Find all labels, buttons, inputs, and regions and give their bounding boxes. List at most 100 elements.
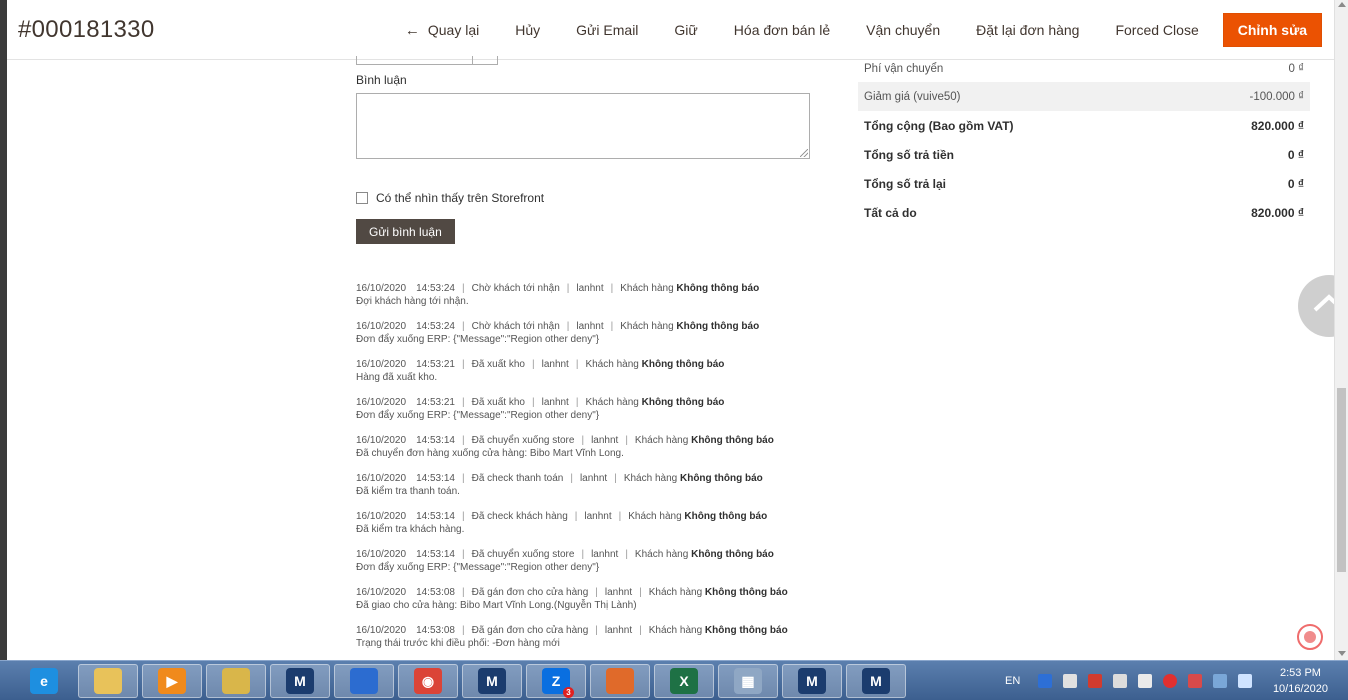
taskbar-app-button[interactable]: M xyxy=(846,664,906,698)
edit-button[interactable]: Chỉnh sửa xyxy=(1222,13,1322,47)
history-item: 16/10/2020 14:53:14 | Đã check khách hàng | l… xyxy=(356,511,826,549)
totals-label: Phí vận chuyển xyxy=(864,63,944,75)
taskbar-app-button[interactable]: M xyxy=(782,664,842,698)
history-status: Chờ khách tới nhận xyxy=(471,321,560,332)
history-notify: Không thông báo xyxy=(691,549,774,560)
reorder-button[interactable]: Đặt lại đơn hàng xyxy=(976,22,1079,38)
history-user: lanhnt xyxy=(541,359,569,370)
zalo-icon: Z3 xyxy=(542,668,574,698)
taskbar-app-button[interactable]: ◉ xyxy=(398,664,458,698)
totals-label: Giảm giá (vuive50) xyxy=(864,90,961,103)
taskbar-app-button[interactable]: ▶ xyxy=(142,664,202,698)
language-indicator[interactable]: EN xyxy=(1005,675,1020,687)
order-title: #000181330 xyxy=(18,16,155,43)
history-note: Đã kiểm tra khách hàng. xyxy=(356,524,465,535)
history-item: 16/10/2020 14:53:21 | Đã xuất kho | lanhnt | Kh… xyxy=(356,359,826,397)
tray-x-icon[interactable] xyxy=(1188,674,1203,688)
taskbar-app-button[interactable]: X xyxy=(654,664,714,698)
speaker-icon[interactable] xyxy=(1138,674,1153,688)
taskbar-app-button[interactable] xyxy=(590,664,650,698)
history-meta: 16/10/2020 14:53:24 | Chờ khách tới nhận | la… xyxy=(356,321,826,332)
scroll-down-icon[interactable] xyxy=(1338,651,1346,656)
taskbar-app-button[interactable]: M xyxy=(270,664,330,698)
scrollbar-thumb[interactable] xyxy=(1337,388,1346,572)
shipping-button[interactable]: Vận chuyển xyxy=(866,22,940,38)
history-user: lanhnt xyxy=(579,473,608,484)
history-time: 14:53:21 xyxy=(416,359,455,370)
totals-value: 820.000 ₫ xyxy=(1251,205,1304,220)
cancel-button[interactable]: Hủy xyxy=(515,22,540,38)
tray-app-icon[interactable] xyxy=(1038,674,1053,688)
separator: | xyxy=(574,511,578,522)
separator: | xyxy=(566,321,570,332)
history-date: 16/10/2020 xyxy=(356,587,407,598)
taskbar-clock[interactable]: 2:53 PM 10/16/2020 xyxy=(1273,665,1328,697)
history-time: 14:53:24 xyxy=(416,283,455,294)
submit-comment-button[interactable]: Gửi bình luận xyxy=(356,219,455,244)
storefront-visible-option[interactable]: Có thể nhìn thấy trên Storefront xyxy=(356,191,544,205)
notification-bell-icon[interactable] xyxy=(1297,624,1323,650)
page-scrollbar[interactable] xyxy=(1334,0,1348,660)
retail-invoice-button[interactable]: Hóa đơn bán lẻ xyxy=(734,22,830,38)
history-user: lanhnt xyxy=(591,549,619,560)
history-meta: 16/10/2020 14:53:14 | Đã chuyển xuống store… xyxy=(356,435,826,446)
app-m-icon: M xyxy=(286,668,314,694)
history-date: 16/10/2020 xyxy=(356,283,407,294)
separator: | xyxy=(639,587,642,598)
history-user: lanhnt xyxy=(591,435,619,446)
tray-pdf-icon[interactable] xyxy=(1063,674,1078,688)
separator: | xyxy=(639,625,642,636)
history-status: Đã check thanh toán xyxy=(471,473,564,484)
history-notify: Không thông báo xyxy=(641,359,725,370)
order-totals: Phí vận chuyển 0 ₫ Giảm giá (vuive50) -1… xyxy=(858,56,1310,227)
taskbar-app-button[interactable]: ▦ xyxy=(718,664,778,698)
history-meta: 16/10/2020 14:53:08 | Đã gán đơn cho cửa hà… xyxy=(356,625,826,636)
taskbar-apps: e ▶ M ◉ M Z 3 X ▦ M M xyxy=(14,664,910,698)
history-user: lanhnt xyxy=(584,511,612,522)
history-date: 16/10/2020 xyxy=(356,625,407,636)
history-meta: 16/10/2020 14:53:21 | Đã xuất kho | lanhnt | Kh… xyxy=(356,397,826,408)
tray-shield-icon[interactable] xyxy=(1213,674,1228,688)
taskbar-app-button[interactable]: e xyxy=(14,664,74,698)
history-meta: 16/10/2020 14:53:08 | Đã gán đơn cho cửa hà… xyxy=(356,587,826,598)
send-email-button[interactable]: Gửi Email xyxy=(576,22,638,38)
history-customer-label: Khách hàng xyxy=(585,359,639,370)
taskbar-app-button[interactable]: M xyxy=(462,664,522,698)
hold-button[interactable]: Giữ xyxy=(674,22,697,38)
order-history-list: 16/10/2020 14:53:24 | Chờ khách tới nhận | la… xyxy=(356,283,826,663)
status-select[interactable] xyxy=(356,56,498,65)
resize-grip-icon[interactable] xyxy=(800,149,808,157)
separator: | xyxy=(462,359,465,370)
separator: | xyxy=(462,473,465,484)
comment-textarea[interactable] xyxy=(356,93,810,159)
wifi-icon[interactable] xyxy=(1238,674,1253,688)
history-date: 16/10/2020 xyxy=(356,549,407,560)
taskbar-app-button[interactable] xyxy=(78,664,138,698)
history-note: Đợi khách hàng tới nhận. xyxy=(356,296,469,307)
history-notify: Không thông báo xyxy=(641,397,725,408)
tray-record-icon[interactable] xyxy=(1163,674,1178,688)
tray-network-icon[interactable] xyxy=(1113,674,1128,688)
totals-value: 0 ₫ xyxy=(1288,63,1305,75)
separator: | xyxy=(462,625,465,636)
taskbar-app-button[interactable]: Z3 xyxy=(526,664,586,698)
forced-close-button[interactable]: Forced Close xyxy=(1115,22,1198,38)
history-customer-label: Khách hàng xyxy=(648,625,703,636)
notification-badge: 3 xyxy=(563,687,574,698)
tray-v-icon[interactable] xyxy=(1088,674,1103,688)
totals-row-due: Tất cả do 820.000 ₫ xyxy=(858,198,1310,227)
calculator-icon: ▦ xyxy=(734,668,762,694)
storefront-visible-checkbox[interactable] xyxy=(356,192,368,204)
separator: | xyxy=(595,587,598,598)
scroll-up-icon[interactable] xyxy=(1338,2,1346,7)
history-item: 16/10/2020 14:53:14 | Đã chuyển xuống store… xyxy=(356,549,826,587)
history-status: Đã xuất kho xyxy=(471,397,525,408)
history-user: lanhnt xyxy=(604,625,633,636)
history-date: 16/10/2020 xyxy=(356,359,407,370)
taskbar-app-button[interactable] xyxy=(334,664,394,698)
back-button[interactable]: ← Quay lại xyxy=(405,22,479,39)
taskbar-app-button[interactable] xyxy=(206,664,266,698)
totals-row-paid: Tổng số trả tiền 0 ₫ xyxy=(858,140,1310,169)
history-note: Trạng thái trước khi điều phối: -Đơn hàn… xyxy=(356,638,560,649)
history-status: Đã gán đơn cho cửa hàng xyxy=(471,587,589,598)
